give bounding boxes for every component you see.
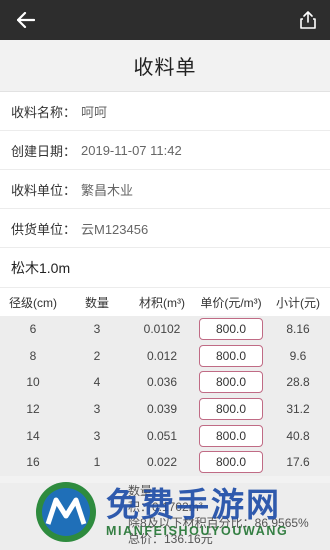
table-row: 8 2 0.012 800.0 9.6	[0, 343, 330, 370]
price-input[interactable]: 800.0	[199, 424, 263, 447]
column-header-volume: 材积(m³)	[139, 295, 185, 310]
summary-total: 总价：136.16元	[128, 532, 213, 546]
cell-subtotal: 8.16	[286, 322, 310, 337]
summary: 数量： 积：0.1702m³ 除8及以下材积百分比：86.9565% 总价：13…	[0, 483, 330, 550]
info-row-receiver: 收料单位： 繁昌木业	[0, 170, 330, 209]
cell-volume: 0.022	[146, 455, 178, 470]
price-input[interactable]: 800.0	[199, 371, 263, 394]
back-arrow-icon[interactable]	[14, 8, 38, 32]
cell-qty: 3	[93, 322, 101, 337]
cell-volume: 0.051	[146, 428, 178, 443]
cell-volume: 0.012	[146, 348, 178, 363]
column-header-subtotal: 小计(元)	[276, 295, 320, 310]
info-row-supplier: 供货单位： 云M123456	[0, 209, 330, 248]
cell-qty: 4	[93, 375, 101, 390]
table-row: 14 3 0.051 800.0 40.8	[0, 422, 330, 449]
table-body: 6 3 0.0102 800.0 8.16 8 2 0.012 800.0 9.…	[0, 316, 330, 476]
cell-subtotal: 40.8	[286, 428, 310, 443]
share-icon[interactable]	[296, 8, 320, 32]
info-section: 收料名称： 呵呵 创建日期： 2019-11-07 11:42 收料单位： 繁昌…	[0, 92, 330, 248]
column-header-qty: 数量	[84, 295, 109, 310]
table-row: 12 3 0.039 800.0 31.2	[0, 396, 330, 423]
table-row: 16 1 0.022 800.0 17.6	[0, 449, 330, 476]
price-input[interactable]: 800.0	[199, 344, 263, 367]
cell-subtotal: 9.6	[289, 348, 307, 363]
info-value: 2019-11-07 11:42	[81, 142, 182, 158]
table-row: 10 4 0.036 800.0 28.8	[0, 369, 330, 396]
info-value: 云M123456	[81, 221, 149, 237]
column-header-price: 单价(元/m³)	[200, 295, 262, 310]
column-header-grade: 径级(cm)	[9, 295, 57, 310]
cell-grade: 6	[29, 322, 37, 337]
info-row-name: 收料名称： 呵呵	[0, 92, 330, 131]
cell-volume: 0.0102	[143, 322, 181, 337]
info-row-date: 创建日期： 2019-11-07 11:42	[0, 131, 330, 170]
info-label: 供货单位：	[11, 221, 77, 237]
title-bar: 收料单	[0, 40, 330, 92]
cell-qty: 3	[93, 402, 101, 417]
cell-subtotal: 17.6	[286, 455, 310, 470]
info-label: 收料名称：	[11, 104, 77, 120]
page-title: 收料单	[133, 57, 197, 79]
summary-quantity: 数量：	[128, 484, 165, 498]
cell-subtotal: 28.8	[286, 375, 310, 390]
info-label: 创建日期：	[11, 143, 77, 159]
cell-qty: 1	[93, 455, 101, 470]
cell-grade: 14	[26, 428, 40, 443]
cell-qty: 2	[93, 348, 101, 363]
table-row: 6 3 0.0102 800.0 8.16	[0, 316, 330, 343]
cell-grade: 8	[29, 348, 37, 363]
price-input[interactable]: 800.0	[199, 318, 263, 341]
summary-volume: 积：0.1702m³	[128, 500, 203, 514]
cell-grade: 16	[26, 455, 40, 470]
cell-volume: 0.039	[146, 402, 178, 417]
cell-volume: 0.036	[146, 375, 178, 390]
section-title: 松木1.0m	[0, 248, 330, 288]
cell-qty: 3	[93, 428, 101, 443]
info-value: 繁昌木业	[81, 182, 134, 198]
summary-percentage: 除8及以下材积百分比：86.9565%	[128, 516, 309, 530]
top-bar	[0, 0, 330, 40]
info-value: 呵呵	[81, 104, 108, 120]
info-label: 收料单位：	[11, 182, 77, 198]
cell-grade: 12	[26, 402, 40, 417]
cell-subtotal: 31.2	[286, 402, 310, 417]
price-input[interactable]: 800.0	[199, 451, 263, 474]
cell-grade: 10	[26, 375, 40, 390]
price-input[interactable]: 800.0	[199, 398, 263, 421]
table-header: 径级(cm) 数量 材积(m³) 单价(元/m³) 小计(元)	[0, 288, 330, 316]
